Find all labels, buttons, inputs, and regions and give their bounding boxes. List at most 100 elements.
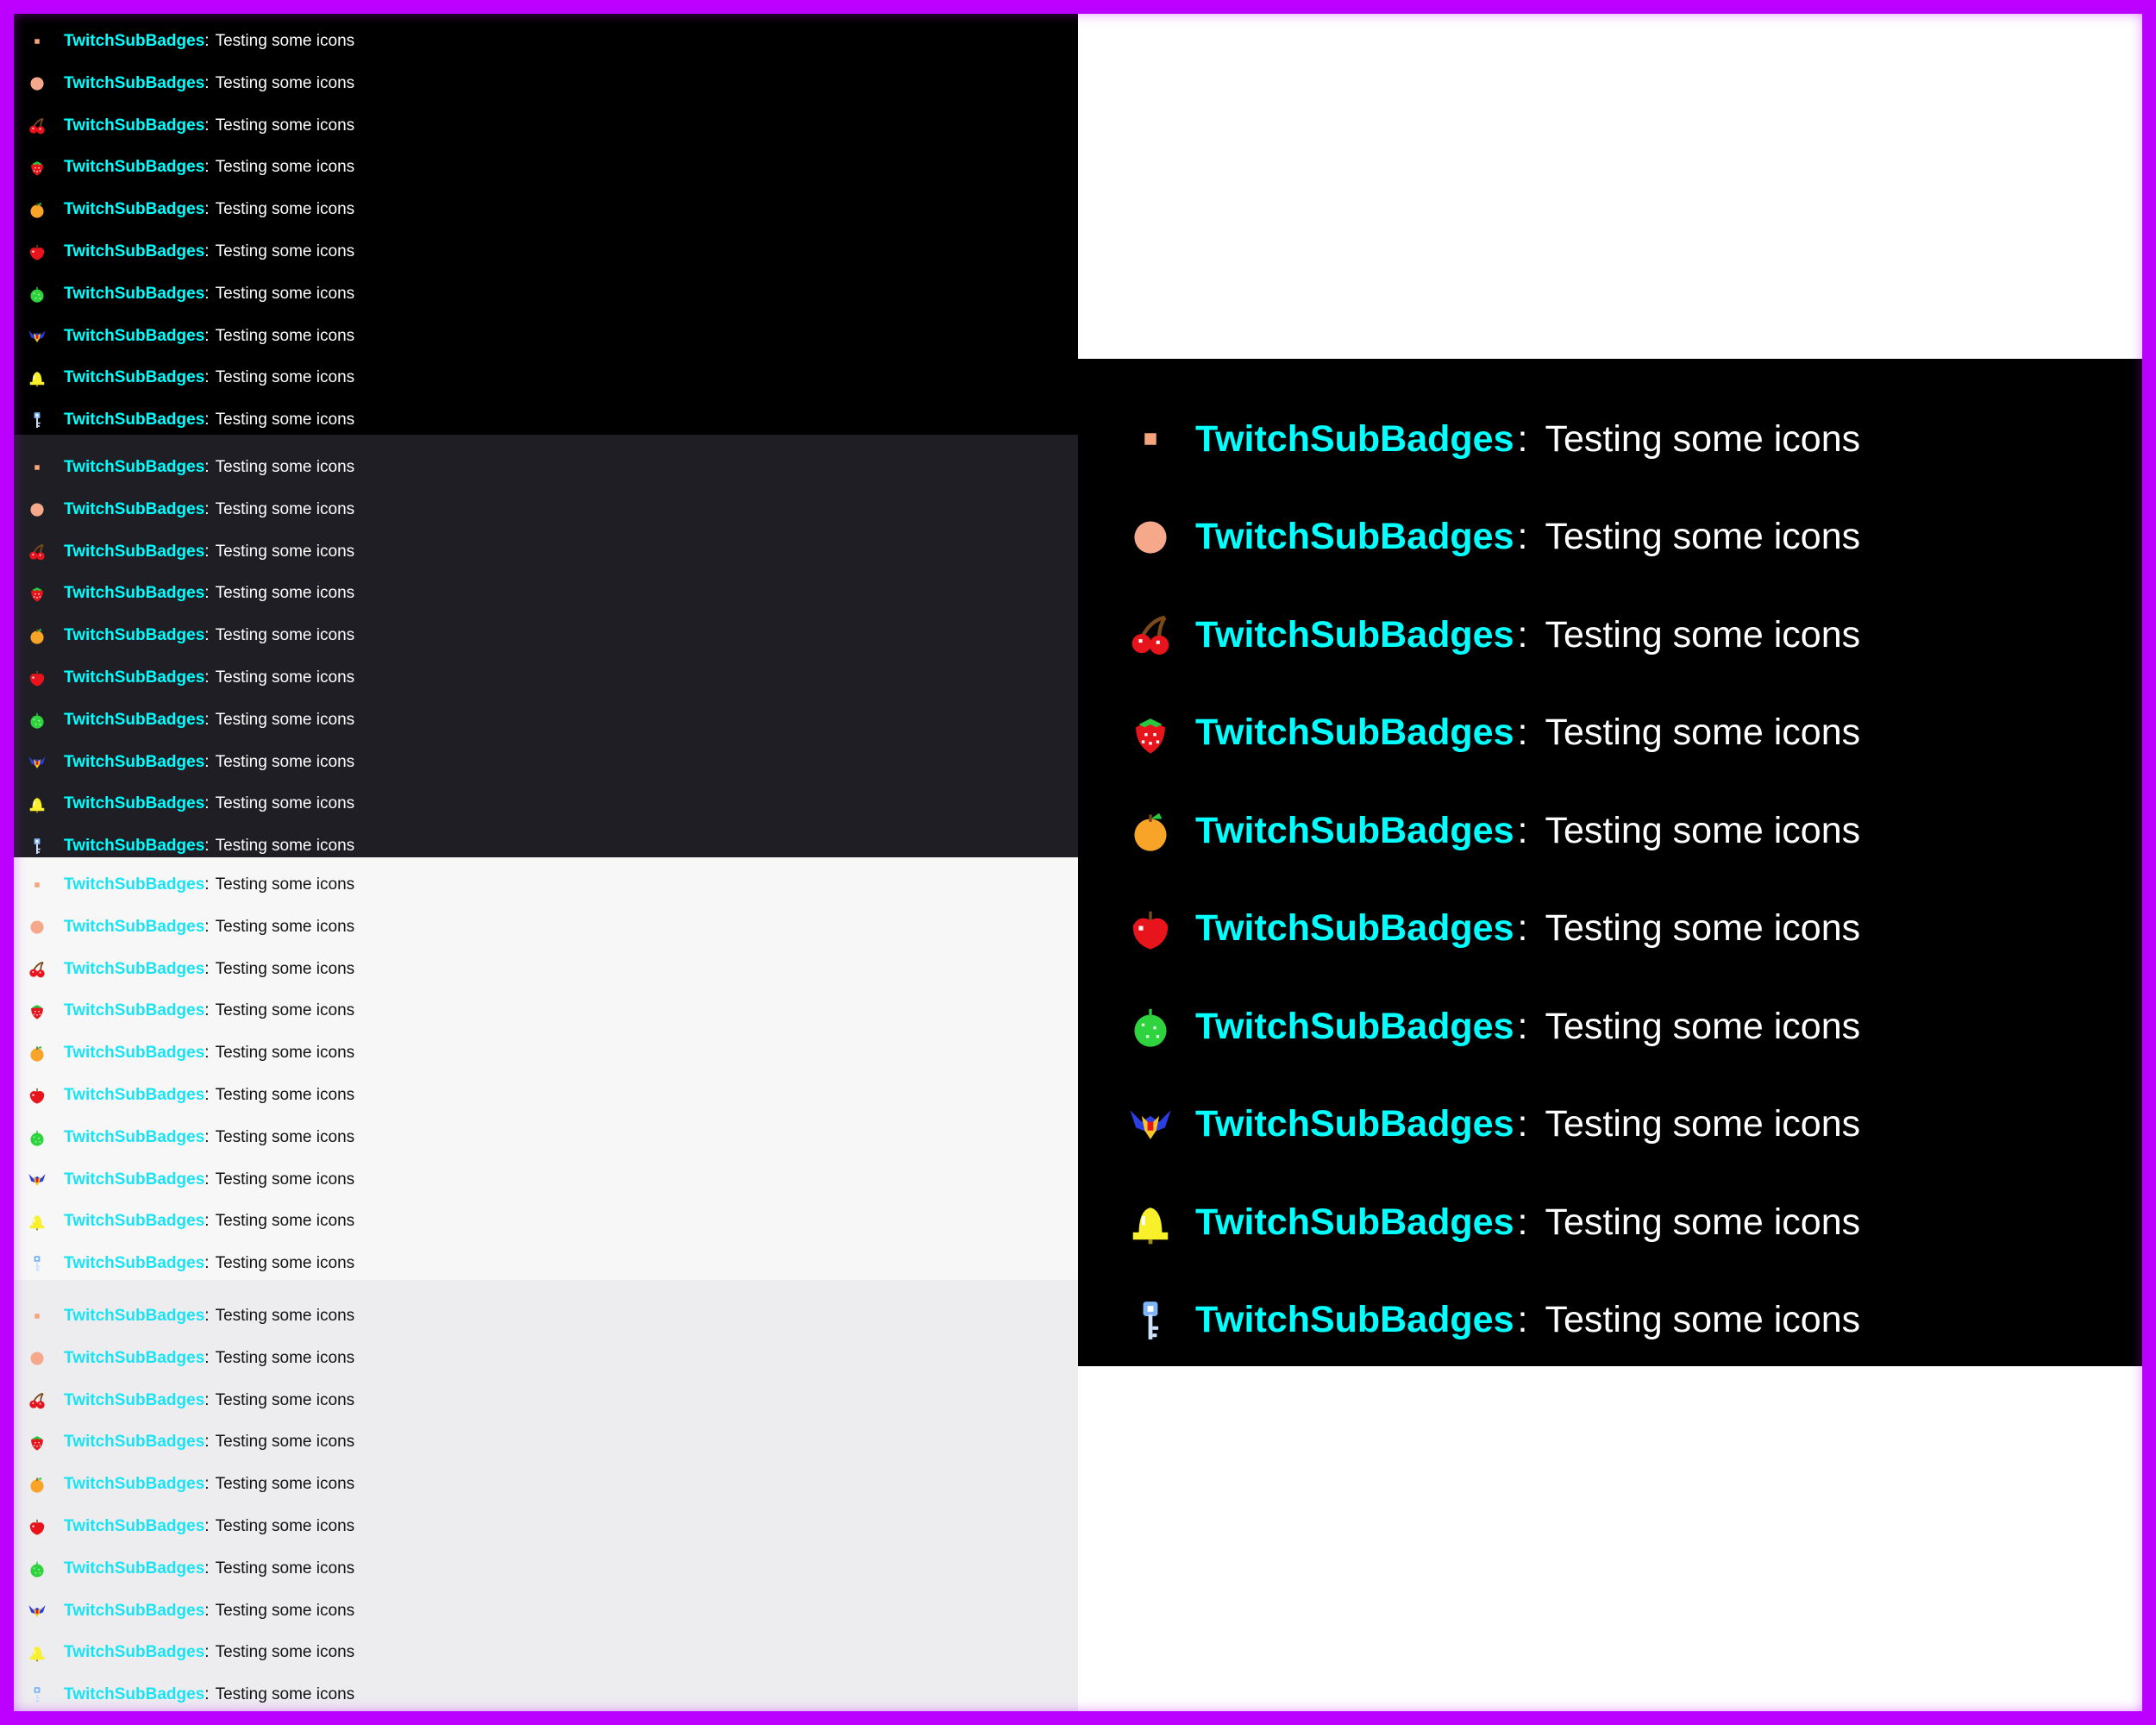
orange-badge-icon[interactable]	[1123, 803, 1178, 858]
apple-badge-icon[interactable]	[24, 1514, 50, 1540]
apple-badge-icon[interactable]	[1123, 901, 1178, 957]
chat-username[interactable]: TwitchSubBadges	[64, 1391, 204, 1410]
chat-username[interactable]: TwitchSubBadges	[64, 875, 204, 894]
peach-dot-badge-icon[interactable]	[24, 71, 50, 97]
chat-username[interactable]: TwitchSubBadges	[64, 285, 204, 304]
chat-username[interactable]: TwitchSubBadges	[64, 1307, 204, 1326]
apple-badge-icon[interactable]	[24, 665, 50, 691]
galaxian-badge-icon[interactable]	[24, 750, 50, 775]
chat-username[interactable]: TwitchSubBadges	[64, 458, 204, 477]
key-badge-icon[interactable]	[24, 1682, 50, 1708]
cherry-badge-icon[interactable]	[24, 539, 50, 565]
chat-username[interactable]: TwitchSubBadges	[64, 74, 204, 93]
chat-username[interactable]: TwitchSubBadges	[1195, 1103, 1514, 1145]
chat-username[interactable]: TwitchSubBadges	[64, 116, 204, 135]
chat-username[interactable]: TwitchSubBadges	[64, 1128, 204, 1147]
bell-badge-icon[interactable]	[24, 791, 50, 817]
key-badge-icon[interactable]	[24, 833, 50, 857]
cherry-badge-icon[interactable]	[24, 113, 50, 139]
melon-badge-icon[interactable]	[24, 1125, 50, 1151]
chat-username[interactable]: TwitchSubBadges	[64, 584, 204, 603]
chat-username[interactable]: TwitchSubBadges	[64, 1433, 204, 1452]
orange-badge-icon[interactable]	[24, 1040, 50, 1066]
apple-badge-icon[interactable]	[24, 239, 50, 265]
key-badge-icon[interactable]	[24, 1251, 50, 1276]
chat-username[interactable]: TwitchSubBadges	[64, 327, 204, 346]
chat-username[interactable]: TwitchSubBadges	[64, 1517, 204, 1536]
chat-username[interactable]: TwitchSubBadges	[64, 158, 204, 177]
chat-username[interactable]: TwitchSubBadges	[64, 1001, 204, 1020]
chat-username[interactable]: TwitchSubBadges	[1195, 1299, 1514, 1341]
chat-username[interactable]: TwitchSubBadges	[64, 32, 204, 51]
melon-badge-icon[interactable]	[1123, 999, 1178, 1054]
chat-username[interactable]: TwitchSubBadges	[1195, 516, 1514, 558]
small-square-badge-icon[interactable]	[24, 872, 50, 898]
strawberry-badge-icon[interactable]	[24, 154, 50, 180]
melon-badge-icon[interactable]	[24, 707, 50, 733]
orange-badge-icon[interactable]	[24, 197, 50, 223]
bell-badge-icon[interactable]	[1123, 1195, 1178, 1250]
chat-username[interactable]: TwitchSubBadges	[1195, 712, 1514, 754]
apple-badge-icon[interactable]	[24, 1082, 50, 1108]
chat-username[interactable]: TwitchSubBadges	[1195, 810, 1514, 852]
chat-username[interactable]: TwitchSubBadges	[64, 543, 204, 561]
chat-username[interactable]: TwitchSubBadges	[64, 1170, 204, 1189]
cherry-badge-icon[interactable]	[24, 1388, 50, 1414]
chat-username[interactable]: TwitchSubBadges	[64, 368, 204, 387]
bell-badge-icon[interactable]	[24, 365, 50, 391]
key-badge-icon[interactable]	[1123, 1293, 1178, 1348]
chat-username[interactable]: TwitchSubBadges	[64, 1685, 204, 1704]
galaxian-badge-icon[interactable]	[1123, 1097, 1178, 1152]
peach-dot-badge-icon[interactable]	[1123, 510, 1178, 565]
small-square-badge-icon[interactable]	[24, 1303, 50, 1329]
small-square-badge-icon[interactable]	[24, 455, 50, 480]
chat-username[interactable]: TwitchSubBadges	[1195, 1201, 1514, 1244]
orange-badge-icon[interactable]	[24, 1471, 50, 1497]
chat-username[interactable]: TwitchSubBadges	[64, 1349, 204, 1368]
strawberry-badge-icon[interactable]	[24, 1429, 50, 1455]
chat-username[interactable]: TwitchSubBadges	[64, 1602, 204, 1621]
bell-badge-icon[interactable]	[24, 1208, 50, 1234]
galaxian-badge-icon[interactable]	[24, 323, 50, 349]
melon-badge-icon[interactable]	[24, 1556, 50, 1582]
chat-username[interactable]: TwitchSubBadges	[64, 411, 204, 430]
chat-username[interactable]: TwitchSubBadges	[64, 1643, 204, 1662]
chat-username[interactable]: TwitchSubBadges	[64, 626, 204, 645]
chat-username[interactable]: TwitchSubBadges	[1195, 907, 1514, 950]
peach-dot-badge-icon[interactable]	[24, 1346, 50, 1371]
bell-badge-icon[interactable]	[24, 1640, 50, 1665]
cherry-badge-icon[interactable]	[24, 957, 50, 982]
chat-username[interactable]: TwitchSubBadges	[64, 960, 204, 979]
chat-username[interactable]: TwitchSubBadges	[64, 500, 204, 519]
cherry-badge-icon[interactable]	[1123, 607, 1178, 662]
chat-username[interactable]: TwitchSubBadges	[64, 1254, 204, 1273]
galaxian-badge-icon[interactable]	[24, 1598, 50, 1624]
chat-username[interactable]: TwitchSubBadges	[64, 1044, 204, 1063]
melon-badge-icon[interactable]	[24, 281, 50, 307]
chat-username[interactable]: TwitchSubBadges	[64, 1212, 204, 1231]
chat-username[interactable]: TwitchSubBadges	[64, 242, 204, 261]
chat-username[interactable]: TwitchSubBadges	[64, 753, 204, 772]
small-square-badge-icon[interactable]	[24, 28, 50, 54]
small-square-badge-icon[interactable]	[1123, 411, 1178, 467]
galaxian-badge-icon[interactable]	[24, 1167, 50, 1193]
key-badge-icon[interactable]	[24, 407, 50, 433]
chat-username[interactable]: TwitchSubBadges	[64, 794, 204, 813]
strawberry-badge-icon[interactable]	[1123, 706, 1178, 761]
strawberry-badge-icon[interactable]	[24, 580, 50, 606]
chat-username[interactable]: TwitchSubBadges	[64, 918, 204, 937]
peach-dot-badge-icon[interactable]	[24, 497, 50, 523]
chat-username[interactable]: TwitchSubBadges	[64, 711, 204, 730]
orange-badge-icon[interactable]	[24, 623, 50, 649]
chat-username[interactable]: TwitchSubBadges	[64, 200, 204, 219]
chat-username[interactable]: TwitchSubBadges	[64, 668, 204, 687]
chat-username[interactable]: TwitchSubBadges	[64, 1559, 204, 1578]
chat-username[interactable]: TwitchSubBadges	[1195, 1006, 1514, 1048]
peach-dot-badge-icon[interactable]	[24, 914, 50, 940]
chat-username[interactable]: TwitchSubBadges	[64, 1475, 204, 1494]
chat-username[interactable]: TwitchSubBadges	[1195, 418, 1514, 461]
chat-username[interactable]: TwitchSubBadges	[1195, 614, 1514, 656]
strawberry-badge-icon[interactable]	[24, 998, 50, 1024]
chat-username[interactable]: TwitchSubBadges	[64, 1086, 204, 1105]
chat-username[interactable]: TwitchSubBadges	[64, 837, 204, 856]
